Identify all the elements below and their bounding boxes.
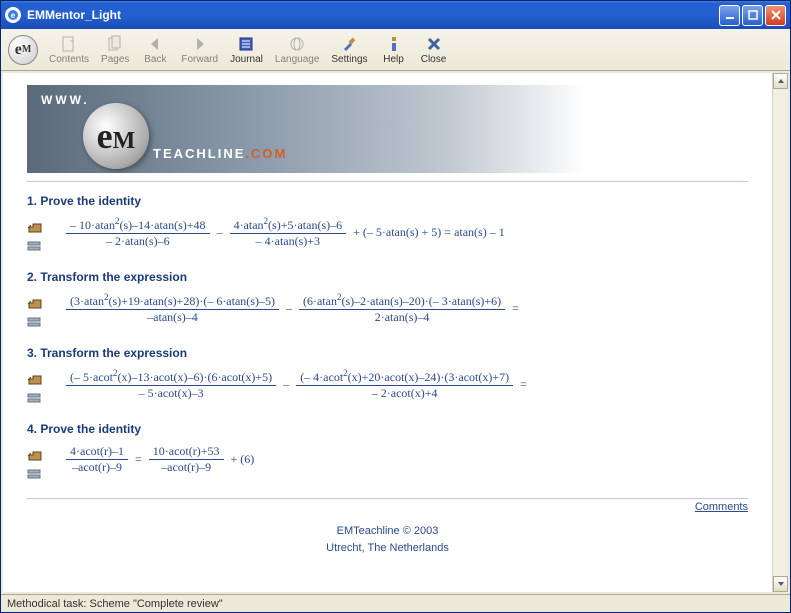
- settings-icon: [340, 35, 358, 53]
- close-icon: [425, 35, 443, 53]
- problem-1-title: 1. Prove the identity: [27, 194, 748, 208]
- problem-3-expression: (– 5·acot2(x)–13·acot(x)–6)·(6·acot(x)+5…: [63, 368, 527, 401]
- close-app-button[interactable]: Close: [414, 33, 454, 67]
- list-icon[interactable]: [27, 468, 41, 480]
- scroll-down-button[interactable]: [773, 576, 788, 592]
- list-icon[interactable]: [27, 240, 41, 252]
- pages-button[interactable]: Pages: [95, 33, 135, 67]
- language-button[interactable]: Language: [269, 33, 326, 67]
- contents-button[interactable]: Contents: [43, 33, 95, 67]
- settings-button[interactable]: Settings: [325, 33, 373, 67]
- banner-teachline: TEACHLINE.COM: [153, 146, 287, 161]
- comments-link[interactable]: Comments: [695, 501, 748, 513]
- status-text: Methodical task: Scheme "Complete review…: [7, 598, 223, 610]
- problem-4-expression: 4·acot(r)–1–acot(r)–9 = 10·acot(r)+53–ac…: [63, 444, 254, 475]
- page-footer: EMTeachline © 2003 Utrecht, The Netherla…: [27, 523, 748, 556]
- contents-icon: [60, 35, 78, 53]
- problem-1: 1. Prove the identity – 10·atan2(s)–14·a…: [27, 194, 748, 252]
- banner-www: WWW.: [41, 93, 90, 107]
- scrollbar[interactable]: [772, 73, 788, 592]
- journal-icon: [237, 35, 255, 53]
- statusbar: Methodical task: Scheme "Complete review…: [1, 594, 790, 612]
- titlebar: e EMMentor_Light: [1, 1, 790, 29]
- content-area: WWW. eM TEACHLINE.COM 1. Prove the ident…: [1, 71, 790, 594]
- forward-icon: [191, 35, 209, 53]
- problem-4: 4. Prove the identity 4·acot(r)–1–acot(r…: [27, 422, 748, 480]
- language-icon: [288, 35, 306, 53]
- journal-button[interactable]: Journal: [224, 33, 269, 67]
- footer-line1: EMTeachline © 2003: [27, 523, 748, 540]
- problem-4-title: 4. Prove the identity: [27, 422, 748, 436]
- app-icon: e: [5, 7, 21, 23]
- back-button[interactable]: Back: [135, 33, 175, 67]
- window-title: EMMentor_Light: [27, 8, 719, 22]
- hand-icon[interactable]: [27, 372, 45, 386]
- problem-2-title: 2. Transform the expression: [27, 270, 748, 284]
- minimize-button[interactable]: [719, 5, 740, 26]
- hand-icon[interactable]: [27, 220, 45, 234]
- logo-e: e: [15, 41, 22, 59]
- comments-row: Comments: [27, 498, 748, 513]
- problem-3: 3. Transform the expression (– 5·acot2(x…: [27, 346, 748, 404]
- list-icon[interactable]: [27, 392, 41, 404]
- scroll-up-button[interactable]: [773, 73, 788, 89]
- banner-logo: eM: [83, 103, 149, 169]
- banner-divider: [27, 181, 748, 182]
- pages-icon: [106, 35, 124, 53]
- hand-icon[interactable]: [27, 296, 45, 310]
- problem-2: 2. Transform the expression (3·atan2(s)+…: [27, 270, 748, 328]
- help-icon: [385, 35, 403, 53]
- footer-line2: Utrecht, The Netherlands: [27, 540, 748, 557]
- problem-3-title: 3. Transform the expression: [27, 346, 748, 360]
- maximize-button[interactable]: [742, 5, 763, 26]
- close-button[interactable]: [765, 5, 786, 26]
- problem-2-expression: (3·atan2(s)+19·atan(s)+28)·(– 6·atan(s)–…: [63, 292, 519, 325]
- list-icon[interactable]: [27, 316, 41, 328]
- hand-icon[interactable]: [27, 448, 45, 462]
- app-logo: eM: [5, 32, 41, 68]
- help-button[interactable]: Help: [374, 33, 414, 67]
- banner: WWW. eM TEACHLINE.COM: [27, 85, 587, 173]
- forward-button[interactable]: Forward: [175, 33, 224, 67]
- toolbar: eM Contents Pages Back Forward Journal L…: [1, 29, 790, 71]
- back-icon: [146, 35, 164, 53]
- svg-text:e: e: [11, 11, 16, 20]
- problem-1-expression: – 10·atan2(s)–14·atan(s)+48– 2·atan(s)–6…: [63, 216, 505, 249]
